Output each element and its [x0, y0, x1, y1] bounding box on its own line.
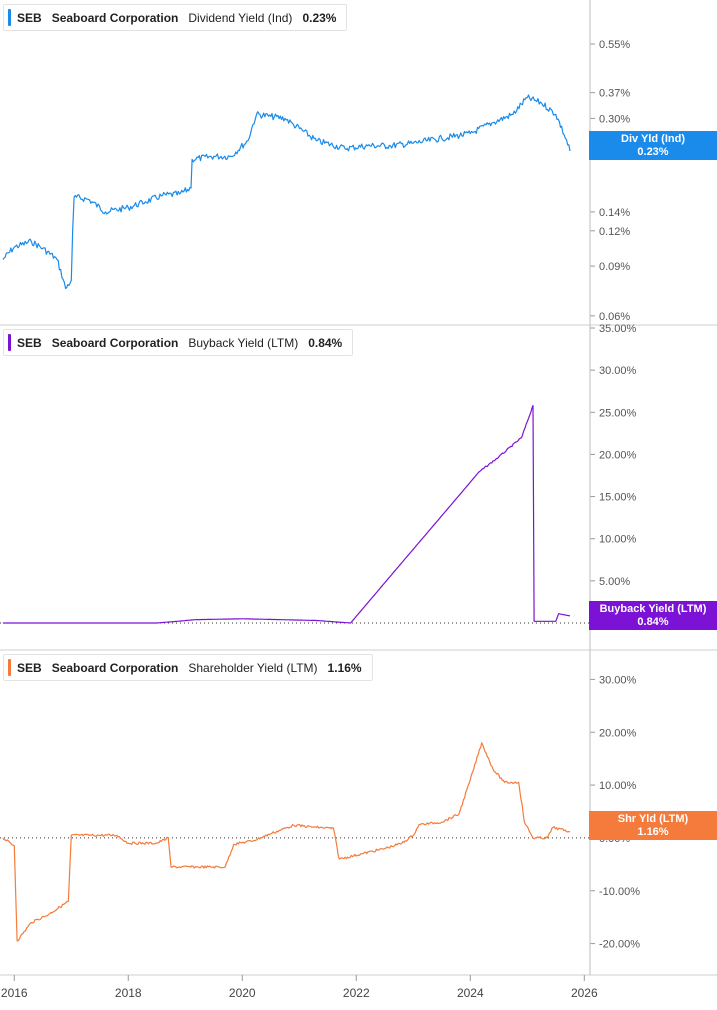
x-tick-label: 2026 — [571, 986, 598, 1000]
y-tick-label: 10.00% — [599, 780, 637, 792]
end-tag-label: Shr Yld (LTM) — [617, 812, 689, 825]
y-tick-label: 30.00% — [599, 674, 637, 686]
y-tick-label: 0.30% — [599, 113, 630, 125]
x-tick-label: 2016 — [1, 986, 28, 1000]
end-tag-value: 0.23% — [637, 145, 669, 158]
legend-metric: Shareholder Yield (LTM) — [188, 660, 318, 675]
legend-dividend-yield[interactable]: SEB Seaboard Corporation Dividend Yield … — [3, 4, 348, 31]
legend-value: 0.23% — [302, 10, 337, 25]
y-tick-label: 25.00% — [599, 407, 637, 419]
legend-ticker: SEB — [17, 10, 42, 25]
end-tag-value: 1.16% — [637, 825, 669, 838]
y-tick-label: 0.09% — [599, 261, 630, 273]
x-tick-label: 2024 — [457, 986, 484, 1000]
legend-metric: Dividend Yield (Ind) — [188, 10, 293, 25]
y-tick-label: 5.00% — [599, 576, 630, 588]
legend-shareholder-yield[interactable]: SEB Seaboard Corporation Shareholder Yie… — [3, 654, 373, 681]
legend-buyback-yield[interactable]: SEB Seaboard Corporation Buyback Yield (… — [3, 329, 354, 356]
legend-value: 1.16% — [327, 660, 362, 675]
y-tick-label: 0.55% — [599, 39, 630, 51]
series-line-2 — [2, 404, 571, 624]
end-tag-shareholder-yield: Shr Yld (LTM) 1.16% — [589, 811, 717, 840]
legend-metric: Buyback Yield (LTM) — [188, 335, 299, 350]
y-tick-label: 0.14% — [599, 207, 630, 219]
legend-swatch — [8, 659, 11, 676]
legend-swatch — [8, 9, 11, 26]
y-tick-label: 0.12% — [599, 226, 630, 238]
end-tag-buyback-yield: Buyback Yield (LTM) 0.84% — [589, 601, 717, 630]
x-tick-label: 2020 — [229, 986, 256, 1000]
y-tick-label: 0.06% — [599, 311, 630, 323]
legend-swatch — [8, 334, 11, 351]
legend-ticker: SEB — [17, 660, 42, 675]
end-tag-dividend-yield: Div Yld (Ind) 0.23% — [589, 131, 717, 160]
y-tick-label: 0.37% — [599, 88, 630, 100]
legend-company: Seaboard Corporation — [51, 335, 179, 350]
series-line-3 — [2, 742, 571, 942]
legend-company: Seaboard Corporation — [51, 660, 179, 675]
x-tick-label: 2022 — [343, 986, 370, 1000]
y-tick-label: 15.00% — [599, 492, 637, 504]
series-line-1 — [2, 94, 571, 290]
y-tick-label: 30.00% — [599, 365, 637, 377]
x-tick-label: 2018 — [115, 986, 142, 1000]
legend-ticker: SEB — [17, 335, 42, 350]
y-tick-label: -10.00% — [599, 886, 640, 898]
y-tick-label: 10.00% — [599, 534, 637, 546]
y-tick-label: 20.00% — [599, 449, 637, 461]
y-tick-label: 35.00% — [599, 323, 637, 335]
y-tick-label: -20.00% — [599, 939, 640, 951]
end-tag-value: 0.84% — [637, 615, 669, 628]
legend-value: 0.84% — [308, 335, 343, 350]
end-tag-label: Div Yld (Ind) — [621, 132, 685, 145]
end-tag-label: Buyback Yield (LTM) — [599, 602, 707, 615]
y-tick-label: 20.00% — [599, 727, 637, 739]
legend-company: Seaboard Corporation — [51, 10, 179, 25]
